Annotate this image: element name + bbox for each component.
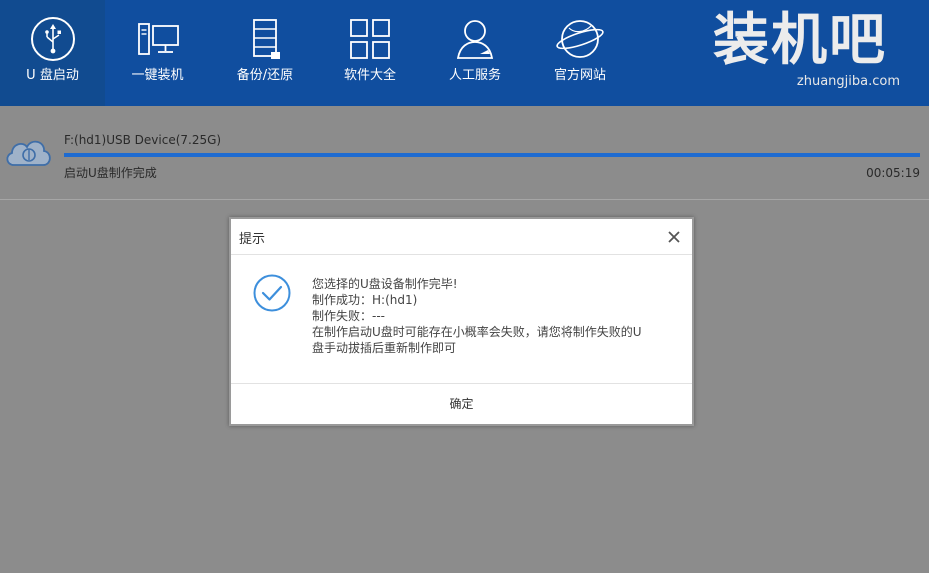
nav-item-backup-restore[interactable]: 备份/还原 xyxy=(210,0,320,106)
nav-item-label: U 盘启动 xyxy=(26,68,79,83)
completion-dialog: 提示 您选择的U盘设备制作完毕! 制作成功：H:(hd1) 制作失败：--- 在… xyxy=(229,217,694,426)
progress-bar xyxy=(64,153,920,157)
usb-icon xyxy=(30,17,75,61)
message-line: 制作失败：--- xyxy=(312,309,385,323)
message-line: 制作成功：H:(hd1) xyxy=(312,293,418,307)
elapsed-time: 00:05:19 xyxy=(866,166,920,180)
support-person-icon xyxy=(456,20,494,59)
close-icon[interactable] xyxy=(666,229,682,245)
nav-item-usb-boot[interactable]: U 盘启动 xyxy=(0,0,105,106)
computer-icon xyxy=(137,23,179,55)
message-line: 盘手动拔插后重新制作即可 xyxy=(312,341,457,355)
brand-logo: 装机吧 zhuangjiba.com xyxy=(700,8,900,98)
check-circle-icon xyxy=(253,274,291,312)
device-name: F:(hd1)USB Device(7.25G) xyxy=(64,133,222,147)
nav-item-label: 软件大全 xyxy=(343,68,396,83)
nav-item-label: 备份/还原 xyxy=(236,68,294,83)
brand-name: 装机吧 xyxy=(713,7,887,73)
nav-item-label: 一键装机 xyxy=(131,68,184,83)
nav-item-software[interactable]: 软件大全 xyxy=(320,0,420,106)
message-line: 在制作启动U盘时可能存在小概率会失败，请您将制作失败的U xyxy=(312,325,642,339)
brand-url: zhuangjiba.com xyxy=(796,74,900,89)
dialog-divider xyxy=(231,254,692,255)
ok-button[interactable]: 确定 xyxy=(231,384,692,424)
top-navigation-bar: U 盘启动 一键装机 备份/还原 软件大全 人工服务 官方网站 装机吧 zhua… xyxy=(0,0,929,106)
progress-fill xyxy=(64,153,920,157)
nav-item-one-click-install[interactable]: 一键装机 xyxy=(105,0,210,106)
dialog-message: 您选择的U盘设备制作完毕! 制作成功：H:(hd1) 制作失败：--- 在制作启… xyxy=(312,276,682,356)
backup-icon xyxy=(253,19,280,59)
nav-item-support[interactable]: 人工服务 xyxy=(420,0,530,106)
apps-grid-icon xyxy=(350,19,390,59)
message-line: 您选择的U盘设备制作完毕! xyxy=(312,277,458,291)
device-progress-row: F:(hd1)USB Device(7.25G) 启动U盘制作完成 00:05:… xyxy=(0,106,929,200)
nav-item-label: 人工服务 xyxy=(448,68,501,83)
status-text: 启动U盘制作完成 xyxy=(64,166,157,180)
nav-item-official-site[interactable]: 官方网站 xyxy=(530,0,630,106)
nav-item-label: 官方网站 xyxy=(553,68,606,83)
dialog-title: 提示 xyxy=(239,232,266,247)
cloud-usb-icon xyxy=(6,140,51,166)
globe-icon xyxy=(556,20,604,58)
